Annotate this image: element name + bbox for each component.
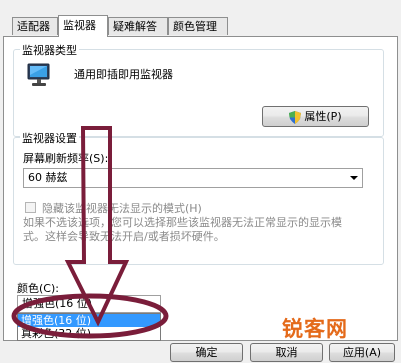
tab-monitor[interactable]: 监视器 bbox=[58, 15, 108, 37]
watermark-logo: 锐客网 bbox=[282, 317, 348, 341]
apply-button[interactable]: 应用(A) bbox=[329, 343, 395, 362]
cancel-button[interactable]: 取消 bbox=[250, 343, 323, 362]
annotation-overlay bbox=[11, 126, 169, 339]
annotation-arrow bbox=[64, 126, 130, 327]
ok-button[interactable]: 确定 bbox=[170, 343, 243, 362]
